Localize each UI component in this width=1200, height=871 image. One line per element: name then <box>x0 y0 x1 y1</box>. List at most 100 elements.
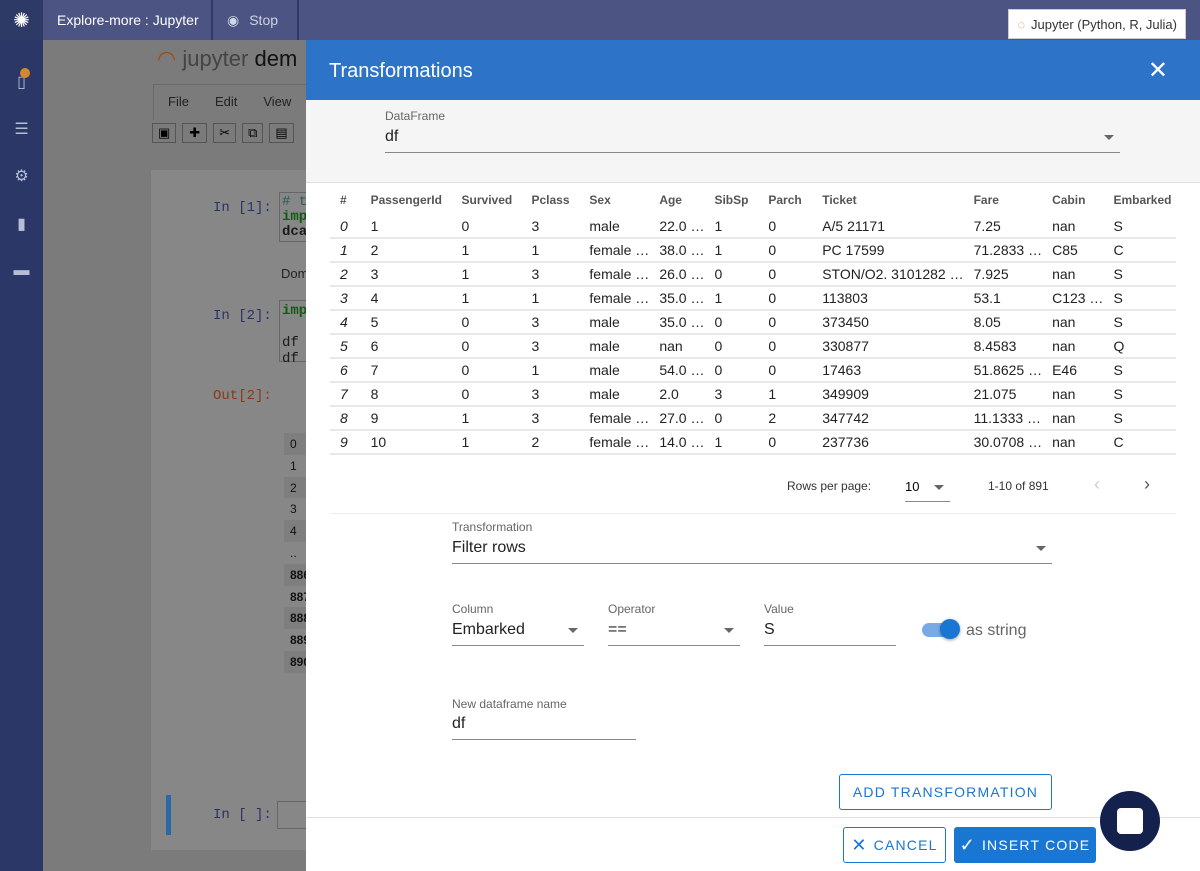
table-cell: 30.0708 … <box>963 430 1043 455</box>
dataframe-select[interactable]: df <box>385 124 1120 153</box>
rows-per-page-select[interactable]: 10 <box>905 474 950 502</box>
table-cell: 3 <box>521 382 580 407</box>
chat-widget-button[interactable] <box>1100 791 1160 851</box>
table-cell: 0 <box>704 406 759 431</box>
column-header[interactable]: PassengerId <box>361 186 452 214</box>
table-cell: 1 <box>521 358 580 383</box>
notebook-icon[interactable]: ▯ <box>0 68 43 92</box>
menu-view[interactable]: View <box>263 94 291 111</box>
table-cell: 38.0 … <box>649 238 705 263</box>
table-cell: 1 <box>521 286 580 311</box>
as-string-toggle[interactable] <box>922 619 962 639</box>
project-tab[interactable]: Explore-more : Jupyter <box>43 0 213 40</box>
table-cell: 4 <box>330 310 361 335</box>
table-cell: 0 <box>704 310 759 335</box>
cut-icon[interactable]: ✂ <box>213 123 237 143</box>
column-header[interactable]: Ticket <box>812 186 963 214</box>
table-cell: nan <box>1042 334 1104 359</box>
column-header[interactable]: Survived <box>452 186 522 214</box>
column-header[interactable]: Sex <box>579 186 649 214</box>
table-cell: 3 <box>330 286 361 311</box>
operator-label: Operator <box>608 602 656 616</box>
table-cell: 3 <box>360 262 452 287</box>
table-cell: 9 <box>330 430 361 455</box>
paste-icon[interactable]: ▤ <box>269 123 294 143</box>
table-cell: 21.075 <box>963 382 1043 407</box>
chevron-down-icon <box>568 628 578 633</box>
column-header[interactable]: Parch <box>758 186 812 214</box>
operator-select[interactable]: == <box>608 617 740 646</box>
value-input[interactable]: S <box>764 617 896 646</box>
table-cell: 0 <box>451 382 522 407</box>
new-name-input[interactable]: df <box>452 711 636 740</box>
chat-icon <box>1117 808 1143 834</box>
table-cell: 0 <box>758 262 813 287</box>
add-transformation-button[interactable]: ADD TRANSFORMATION <box>839 774 1052 810</box>
table-row: 3 4 1 1 female … 35.0 … 1 0 113803 53.1 C123 … S <box>330 286 1176 311</box>
table-cell: 8.05 <box>963 310 1043 335</box>
next-page-icon[interactable]: › <box>1144 474 1150 495</box>
table-cell: female … <box>579 262 650 287</box>
stop-button[interactable]: ◉ Stop <box>213 0 299 40</box>
table-cell: 0 <box>451 358 522 383</box>
column-header[interactable]: Cabin <box>1042 186 1103 214</box>
table-cell: 9 <box>360 406 452 431</box>
save-icon[interactable]: ▣ <box>152 123 177 143</box>
close-icon[interactable]: ✕ <box>1148 56 1168 85</box>
table-cell: Q <box>1103 334 1176 359</box>
column-header[interactable]: Embarked <box>1103 186 1176 214</box>
rows-per-page-label: Rows per page: <box>787 479 872 493</box>
menu-file[interactable]: File <box>168 94 189 111</box>
column-header[interactable]: # <box>330 186 361 214</box>
column-header[interactable]: SibSp <box>704 186 758 214</box>
out-prompt: Out[2]: <box>213 388 272 404</box>
table-cell: 0 <box>758 334 813 359</box>
active-cell[interactable]: In [ ]: <box>166 795 317 835</box>
cancel-button[interactable]: ✕ CANCEL <box>843 827 946 863</box>
table-cell: 5 <box>330 334 361 359</box>
column-header[interactable]: Age <box>649 186 704 214</box>
database-icon[interactable]: ☰ <box>0 119 43 139</box>
table-cell: 1 <box>704 286 759 311</box>
table-row: 8 9 1 3 female … 27.0 … 0 2 347742 11.1333 … nan S <box>330 406 1176 431</box>
table-cell: nan <box>1042 406 1104 431</box>
copy-icon[interactable]: ⧉ <box>242 123 264 143</box>
transformation-select[interactable]: Filter rows <box>452 535 1052 564</box>
table-cell: 1 <box>704 430 759 455</box>
table-cell: 7 <box>330 382 361 407</box>
app-logo-icon[interactable]: ✺ <box>0 0 43 40</box>
table-cell: S <box>1103 406 1176 431</box>
table-cell: C85 <box>1042 238 1104 263</box>
menu-edit[interactable]: Edit <box>215 94 237 111</box>
chevron-down-icon <box>1104 135 1114 140</box>
table-cell: 3 <box>521 262 580 287</box>
table-cell: 1 <box>451 262 522 287</box>
stop-icon: ◉ <box>227 11 240 28</box>
table-cell: 1 <box>758 382 813 407</box>
table-cell: 349909 <box>812 382 964 407</box>
column-header[interactable]: Fare <box>964 186 1043 214</box>
table-cell: 1 <box>521 238 580 263</box>
jupyter-logo: ◠ jupyter dem <box>157 46 298 71</box>
notebook-toolbar: ▣ ✚ ✂ ⧉ ▤ <box>152 123 294 143</box>
table-cell: 1 <box>451 238 522 263</box>
column-select[interactable]: Embarked <box>452 617 584 646</box>
table-row: 7 8 0 3 male 2.0 3 1 349909 21.075 nan S <box>330 382 1176 407</box>
insert-code-button[interactable]: ✓ INSERT CODE <box>954 827 1096 863</box>
cell-prompt: In [2]: <box>213 308 272 324</box>
kernel-selector[interactable]: ◌ Jupyter (Python, R, Julia) <box>1008 9 1186 39</box>
jupyter-icon: ◌ <box>1017 16 1026 32</box>
column-header[interactable]: Pclass <box>521 186 579 214</box>
table-cell: 0 <box>758 310 813 335</box>
table-cell: 71.2833 … <box>963 238 1043 263</box>
panel-icon[interactable]: ▬ <box>0 262 43 280</box>
prev-page-icon[interactable]: ‹ <box>1094 474 1100 495</box>
chart-icon[interactable]: ▮ <box>0 214 43 234</box>
add-icon[interactable]: ✚ <box>182 123 208 143</box>
as-string-label: as string <box>966 622 1027 639</box>
table-cell: 7.25 <box>963 214 1043 239</box>
gear-icon[interactable]: ⚙ <box>0 166 43 186</box>
table-cell: 1 <box>451 286 522 311</box>
table-cell: 2 <box>521 430 580 455</box>
stop-label: Stop <box>249 12 279 28</box>
